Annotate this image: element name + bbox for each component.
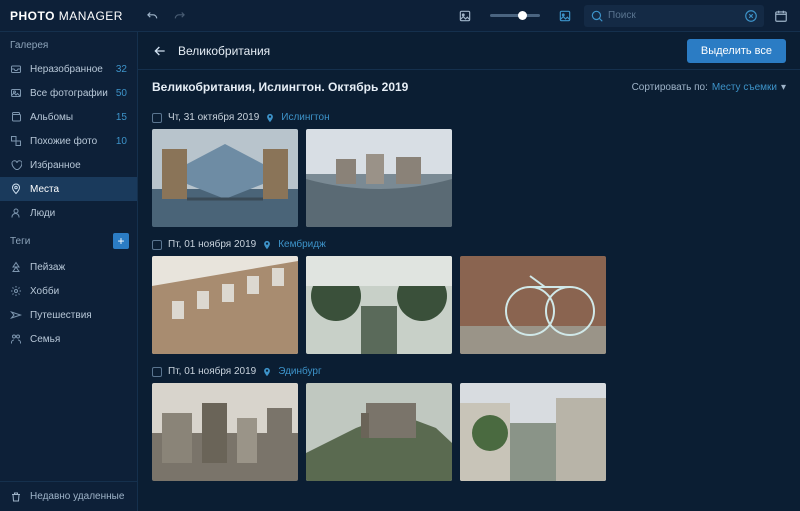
sidebar-item-people[interactable]: Люди xyxy=(0,201,137,225)
sidebar-section-tags-header: Теги + xyxy=(0,225,137,255)
main-header: Великобритания Выделить все xyxy=(138,32,800,70)
hobby-icon xyxy=(10,285,22,297)
add-tag-button[interactable]: + xyxy=(113,233,129,249)
search-box[interactable] xyxy=(584,5,764,27)
plane-icon xyxy=(10,309,22,321)
sidebar-item-similar[interactable]: Похожие фото 10 xyxy=(0,129,137,153)
sidebar-tag-family[interactable]: Семья xyxy=(0,327,137,351)
gallery-scroll[interactable]: Чт, 31 октября 2019 Ислингтон xyxy=(138,100,800,511)
clear-search-icon[interactable] xyxy=(744,7,758,25)
trash-icon xyxy=(10,491,22,503)
photo-group: Чт, 31 октября 2019 Ислингтон xyxy=(152,106,786,227)
group-location: Ислингтон xyxy=(281,112,329,123)
undo-redo xyxy=(143,7,189,25)
photo-thumb[interactable] xyxy=(152,129,298,227)
tree-icon xyxy=(10,261,22,273)
subheader: Великобритания, Ислингтон. Октябрь 2019 … xyxy=(138,70,800,100)
view-tools xyxy=(456,7,574,25)
sidebar-item-favorites[interactable]: Избранное xyxy=(0,153,137,177)
location-icon xyxy=(265,113,275,123)
app-logo: PHOTO MANAGER xyxy=(10,9,123,23)
main-content: Великобритания Выделить все Великобритан… xyxy=(138,32,800,511)
photo-thumb[interactable] xyxy=(306,129,452,227)
sidebar-tag-hobby[interactable]: Хобби xyxy=(0,279,137,303)
select-all-button[interactable]: Выделить все xyxy=(687,39,786,63)
topbar: PHOTO MANAGER xyxy=(0,0,800,32)
group-date: Пт, 01 ноября 2019 xyxy=(168,366,256,377)
group-header[interactable]: Пт, 01 ноября 2019 Эдинбург xyxy=(152,360,786,383)
photo-thumb[interactable] xyxy=(306,383,452,481)
sidebar-trash[interactable]: Недавно удаленные xyxy=(0,481,137,511)
photo-group: Пт, 01 ноября 2019 Кембридж xyxy=(152,233,786,354)
group-date: Чт, 31 октября 2019 xyxy=(168,112,259,123)
photo-thumb[interactable] xyxy=(460,256,606,354)
group-header[interactable]: Пт, 01 ноября 2019 Кембридж xyxy=(152,233,786,256)
inbox-icon xyxy=(10,63,22,75)
photo-thumb[interactable] xyxy=(306,256,452,354)
thumb-large-icon[interactable] xyxy=(556,7,574,25)
photo-thumb[interactable] xyxy=(460,383,606,481)
group-location: Кембридж xyxy=(278,239,326,250)
similar-icon xyxy=(10,135,22,147)
photo-thumb[interactable] xyxy=(152,383,298,481)
breadcrumb: Великобритания xyxy=(178,44,270,58)
photos-icon xyxy=(10,87,22,99)
heart-icon xyxy=(10,159,22,171)
group-location: Эдинбург xyxy=(278,366,321,377)
sidebar-tag-travel[interactable]: Путешествия xyxy=(0,303,137,327)
group-date: Пт, 01 ноября 2019 xyxy=(168,239,256,250)
undo-icon[interactable] xyxy=(143,7,161,25)
people-icon xyxy=(10,207,22,219)
sidebar-item-places[interactable]: Места xyxy=(0,177,137,201)
group-header[interactable]: Чт, 31 октября 2019 Ислингтон xyxy=(152,106,786,129)
group-checkbox[interactable] xyxy=(152,113,162,123)
location-icon xyxy=(262,367,272,377)
family-icon xyxy=(10,333,22,345)
sidebar-item-albums[interactable]: Альбомы 15 xyxy=(0,105,137,129)
sidebar-tag-landscape[interactable]: Пейзаж xyxy=(0,255,137,279)
sort-control[interactable]: Сортировать по: Месту съемки ▾ xyxy=(632,82,786,93)
search-input[interactable] xyxy=(604,10,744,21)
chevron-down-icon: ▾ xyxy=(781,82,786,93)
sidebar-item-all-photos[interactable]: Все фотографии 50 xyxy=(0,81,137,105)
page-subtitle: Великобритания, Ислингтон. Октябрь 2019 xyxy=(152,80,408,94)
sidebar: Галерея Неразобранное 32 Все фотографии … xyxy=(0,32,138,511)
sidebar-section-gallery: Галерея xyxy=(0,32,137,57)
calendar-icon[interactable] xyxy=(772,7,790,25)
redo-icon[interactable] xyxy=(171,7,189,25)
photo-group: Пт, 01 ноября 2019 Эдинбург xyxy=(152,360,786,481)
zoom-slider[interactable] xyxy=(490,14,540,17)
pin-icon xyxy=(10,183,22,195)
search-icon xyxy=(590,7,604,25)
sidebar-item-unsorted[interactable]: Неразобранное 32 xyxy=(0,57,137,81)
group-checkbox[interactable] xyxy=(152,240,162,250)
back-button[interactable] xyxy=(152,43,168,59)
thumb-small-icon[interactable] xyxy=(456,7,474,25)
albums-icon xyxy=(10,111,22,123)
location-icon xyxy=(262,240,272,250)
photo-thumb[interactable] xyxy=(152,256,298,354)
group-checkbox[interactable] xyxy=(152,367,162,377)
